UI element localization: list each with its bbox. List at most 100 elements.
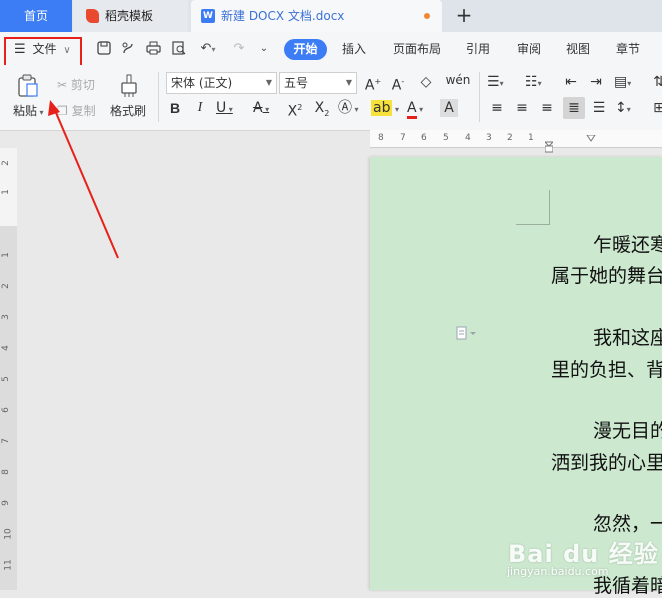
- justify-icon[interactable]: ≣: [563, 97, 585, 119]
- phonetic-guide-icon[interactable]: wén: [445, 71, 471, 89]
- print-preview-icon[interactable]: [171, 41, 187, 57]
- tab-start[interactable]: 开始: [284, 39, 327, 60]
- ruler-number: 1: [0, 189, 11, 195]
- first-line-indent-marker[interactable]: [586, 132, 596, 142]
- tab-document-label: 新建 DOCX 文档.docx: [221, 9, 345, 23]
- tab-home[interactable]: 首页: [0, 0, 72, 32]
- paste-label: 粘贴: [13, 104, 38, 118]
- align-center-icon[interactable]: ≡: [513, 99, 531, 117]
- cut-button[interactable]: ✂ 剪切: [57, 76, 95, 93]
- tab-insert[interactable]: 插入: [342, 40, 366, 58]
- print-icon[interactable]: [145, 41, 161, 57]
- border-icon[interactable]: ⊞: [650, 99, 662, 117]
- ruler-number: 3: [486, 133, 492, 143]
- format-painter-icon[interactable]: [118, 74, 140, 98]
- paragraph-line: 乍暖还寒: [593, 234, 662, 256]
- ruler-number: 11: [3, 559, 14, 571]
- ruler-number: 8: [0, 469, 11, 475]
- paste-icon[interactable]: [17, 74, 39, 98]
- redo-icon[interactable]: ↷: [231, 41, 247, 57]
- tab-page-layout[interactable]: 页面布局: [393, 40, 441, 58]
- numbered-list-icon[interactable]: ☷▾: [525, 73, 553, 91]
- margin-corner-mark: [516, 224, 550, 225]
- docer-logo-icon: [86, 9, 99, 23]
- tab-section[interactable]: 章节: [616, 40, 640, 58]
- underline-label: U: [216, 100, 227, 116]
- ruler-number: 1: [528, 133, 534, 143]
- character-shading-icon[interactable]: A: [440, 99, 458, 117]
- font-name-value: 宋体 (正文): [171, 76, 233, 90]
- ruler-number: 2: [0, 160, 11, 166]
- chinese-layout-icon[interactable]: ▤▾: [614, 73, 642, 91]
- line-spacing-icon[interactable]: ↕▾: [615, 99, 643, 117]
- ruler-number: 4: [0, 345, 11, 351]
- ruler-number: 7: [0, 438, 11, 444]
- ruler-number: 5: [443, 133, 449, 143]
- tab-review[interactable]: 审阅: [517, 40, 541, 58]
- ruler-number: 8: [378, 133, 384, 143]
- text-effect-icon[interactable]: Ⓐ ▾: [338, 99, 364, 117]
- font-size-select[interactable]: 五号 ▼: [279, 72, 357, 94]
- tab-bar: 首页 稻壳模板 W 新建 DOCX 文档.docx +: [0, 0, 662, 32]
- align-right-icon[interactable]: ≡: [538, 99, 556, 117]
- margin-corner-mark: [549, 190, 550, 224]
- bullet-list-icon[interactable]: ☰▾: [487, 73, 515, 91]
- clear-format-icon[interactable]: ◇: [417, 73, 435, 91]
- unsaved-dot-icon: [424, 13, 430, 19]
- ruler-number: 5: [0, 376, 11, 382]
- paragraph-line: 我和这座: [593, 327, 662, 349]
- highlight-color-icon[interactable]: ab ▾: [371, 99, 401, 117]
- shrink-font-icon[interactable]: A-: [389, 73, 407, 94]
- strikethrough-icon[interactable]: A ▾: [253, 99, 279, 117]
- font-size-value: 五号: [284, 76, 309, 90]
- scissors-icon: ✂: [57, 78, 68, 92]
- ruler-number: 10: [3, 528, 14, 540]
- underline-button[interactable]: U ▾: [216, 99, 242, 117]
- increase-indent-icon[interactable]: ⇥: [587, 73, 605, 91]
- tab-view[interactable]: 视图: [566, 40, 590, 58]
- cut-label: 剪切: [70, 78, 95, 92]
- baidu-watermark: Bai du 经验: [508, 540, 659, 568]
- font-color-button[interactable]: A ▾: [407, 99, 433, 119]
- word-doc-icon: W: [201, 9, 215, 23]
- paragraph-line: 里的负担、背: [551, 359, 662, 381]
- baidu-watermark-url: jingyan.baidu.com: [507, 565, 609, 578]
- italic-button[interactable]: I: [191, 99, 209, 117]
- superscript-icon[interactable]: X2: [286, 99, 304, 120]
- paragraph-line: 忽然，一: [593, 513, 662, 535]
- indent-marker[interactable]: [543, 132, 555, 154]
- ribbon-separator: [158, 72, 159, 122]
- undo-icon[interactable]: ↶▾: [197, 41, 219, 57]
- bold-button[interactable]: B: [166, 99, 184, 117]
- save-icon[interactable]: [96, 41, 112, 57]
- tab-docer-templates[interactable]: 稻壳模板: [73, 0, 188, 32]
- font-color-letter: A: [407, 100, 417, 119]
- font-name-select[interactable]: 宋体 (正文) ▼: [166, 72, 277, 94]
- tab-references[interactable]: 引用: [466, 40, 490, 58]
- ruler-number: 7: [400, 133, 406, 143]
- annotation-arrow: [48, 100, 119, 259]
- align-left-icon[interactable]: ≡: [488, 99, 506, 117]
- chevron-down-icon: ▼: [265, 78, 272, 87]
- tab-document[interactable]: W 新建 DOCX 文档.docx: [191, 0, 442, 32]
- ruler-number: 9: [0, 500, 11, 506]
- paragraph-line: 属于她的舞台: [551, 265, 662, 287]
- output-pdf-icon[interactable]: [120, 41, 136, 57]
- paragraph-layout-icon[interactable]: [456, 326, 476, 340]
- grow-font-icon[interactable]: A+: [364, 73, 382, 94]
- new-tab-button[interactable]: +: [453, 4, 475, 28]
- horizontal-ruler[interactable]: [370, 130, 662, 148]
- distributed-icon[interactable]: ☰: [590, 99, 608, 117]
- ruler-number: 6: [0, 407, 11, 413]
- ruler-number: 1: [0, 252, 11, 258]
- subscript-icon[interactable]: X2: [313, 99, 331, 118]
- ruler-number: 6: [421, 133, 427, 143]
- paragraph-line: 洒到我的心里: [551, 452, 662, 474]
- more-commands-icon[interactable]: ⌄: [256, 41, 272, 57]
- decrease-indent-icon[interactable]: ⇤: [562, 73, 580, 91]
- ruler-number: 2: [0, 283, 11, 289]
- paste-button[interactable]: 粘贴 ▾: [13, 102, 44, 119]
- ruler-number: 4: [465, 133, 471, 143]
- ruler-number: 3: [0, 314, 11, 320]
- sort-icon[interactable]: ⇅: [650, 73, 662, 91]
